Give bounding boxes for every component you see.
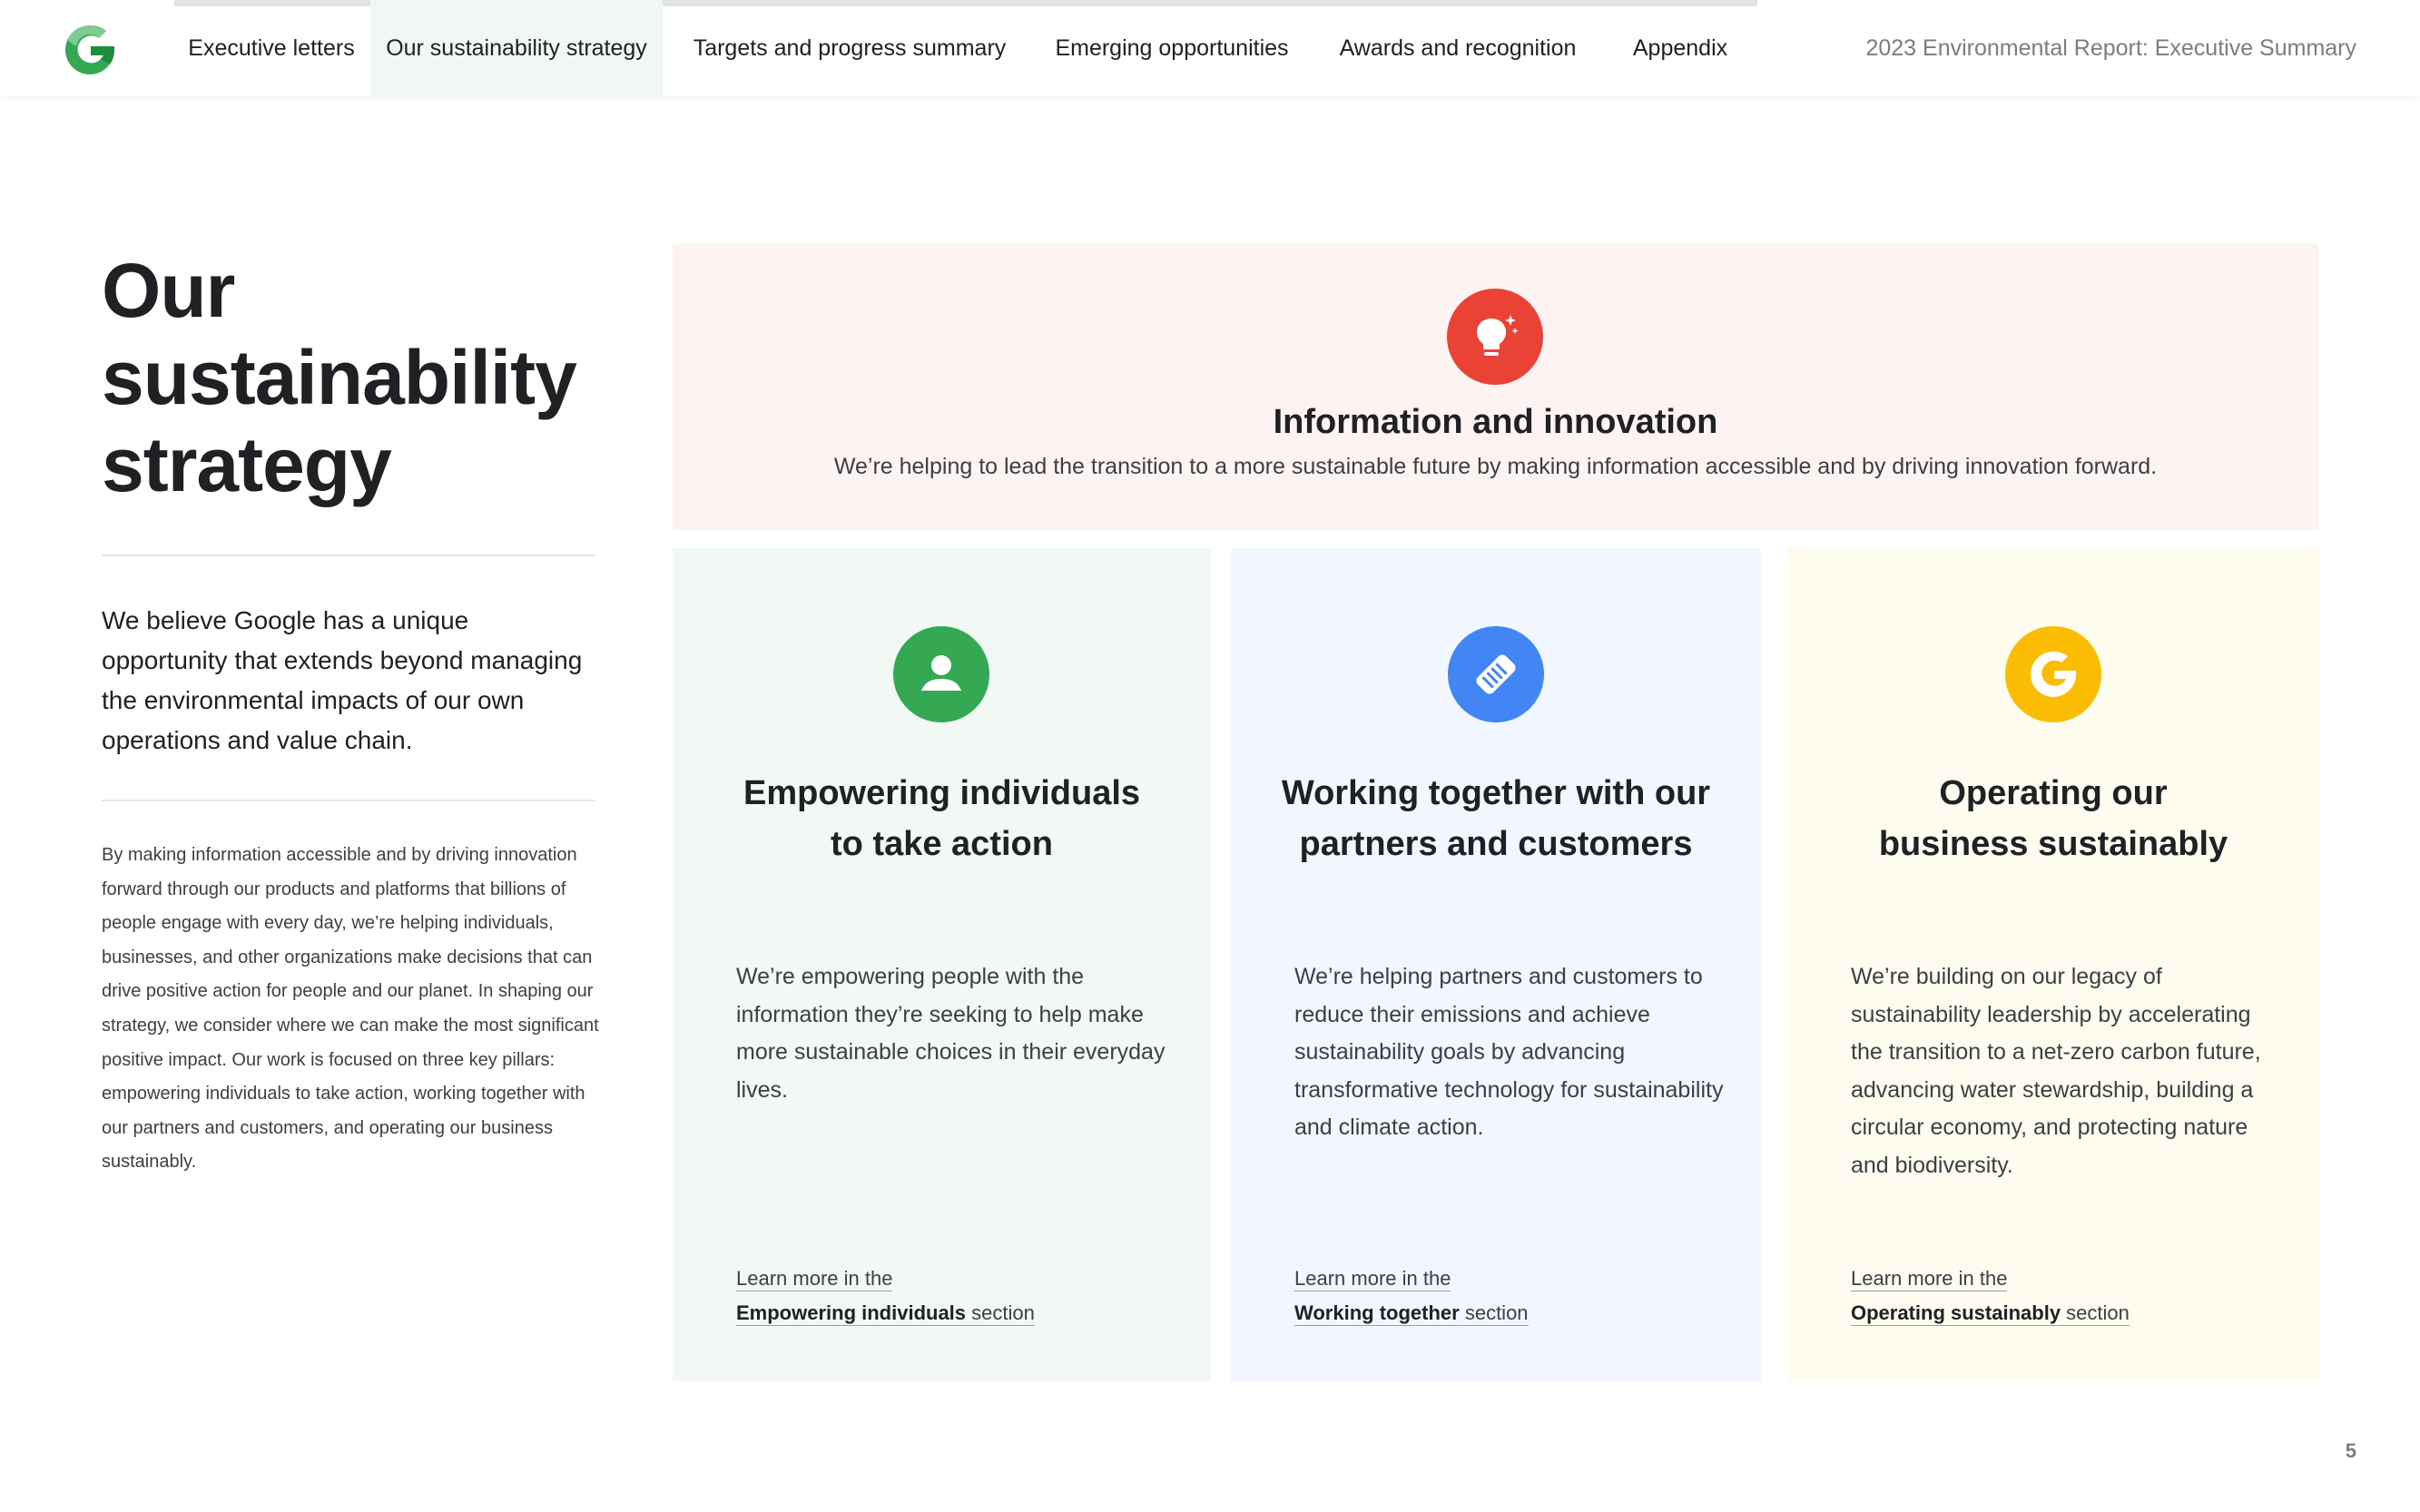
card-description: We’re building on our legacy of sustaina…	[1851, 964, 2261, 1178]
google-g-icon	[2005, 626, 2101, 722]
document-title: 2023 Environmental Report: Executive Sum…	[1865, 34, 2356, 61]
empowering-individuals-card: Empowering individuals to take action We…	[673, 548, 1211, 1381]
learn-more-link-operating-sustainably[interactable]: Learn more in the Operating sustainably …	[1851, 1262, 2283, 1330]
nav-item-emerging-opportunities[interactable]: Emerging opportunities	[1035, 0, 1309, 96]
operating-sustainably-card: Operating our business sustainably We’re…	[1787, 548, 2319, 1381]
card-heading: Working together with our partners and c…	[1281, 774, 1711, 863]
nav-item-appendix[interactable]: Appendix	[1612, 0, 1748, 96]
nav-item-targets-progress[interactable]: Targets and progress summary	[674, 0, 1026, 96]
nav-item-sustainability-strategy[interactable]: Our sustainability strategy	[370, 0, 663, 96]
nav-item-awards-recognition[interactable]: Awards and recognition	[1322, 0, 1594, 96]
learn-more-link-working-together[interactable]: Learn more in the Working together secti…	[1294, 1262, 1725, 1330]
top-navigation-bar: Executive letters Our sustainability str…	[0, 0, 2420, 96]
card-heading: Empowering individuals to take action	[743, 774, 1141, 863]
card-description: We’re helping to lead the transition to …	[833, 454, 2158, 479]
learn-more-link-empowering[interactable]: Learn more in the Empowering individuals…	[736, 1262, 1175, 1330]
information-innovation-card: Information and innovation We’re helping…	[673, 243, 2318, 530]
card-description: We’re empowering people with the informa…	[736, 964, 1166, 1103]
lightbulb-icon	[1447, 289, 1543, 385]
google-logo-icon[interactable]	[60, 20, 120, 80]
divider	[102, 555, 595, 556]
card-heading: Information and innovation	[1273, 403, 1718, 441]
handshake-icon	[1448, 626, 1544, 722]
working-together-card: Working together with our partners and c…	[1231, 548, 1761, 1381]
page-title: Our sustainability strategy	[102, 248, 577, 507]
lede-paragraph: We believe Google has a unique opportuni…	[102, 606, 583, 754]
divider	[102, 800, 595, 801]
body-paragraph: By making information accessible and by …	[102, 845, 599, 1173]
page-number: 5	[2345, 1439, 2356, 1462]
nav-item-executive-letters[interactable]: Executive letters	[174, 0, 369, 96]
person-icon	[893, 626, 989, 722]
card-heading: Operating our business sustainably	[1878, 774, 2228, 863]
card-description: We’re helping partners and customers to …	[1294, 964, 1724, 1141]
